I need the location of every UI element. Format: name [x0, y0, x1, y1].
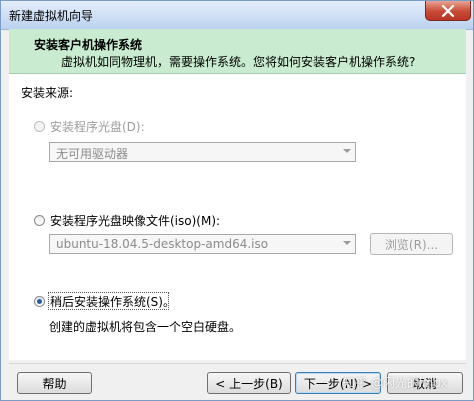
option-install-later-label: 稍后安装操作系统(S)。 [50, 295, 175, 309]
page-title: 安装客户机操作系统 [34, 38, 143, 52]
page-description: 虚拟机如同物理机，需要操作系统。您将如何安装客户机操作系统? [61, 55, 416, 69]
radio-disc[interactable] [34, 121, 45, 132]
option-disc-label: 安装程序光盘(D): [50, 120, 145, 134]
close-button[interactable] [425, 1, 471, 21]
option-iso-label: 安装程序光盘映像文件(iso)(M): [50, 214, 221, 228]
close-icon [441, 4, 455, 17]
wizard-window: 新建虚拟机向导 安装客户机操作系统 虚拟机如同物理机，需要操作系统。您将如何安装… [0, 0, 474, 401]
iso-path-value: ubuntu-18.04.5-desktop-amd64.iso [56, 237, 269, 251]
install-later-hint: 创建的虚拟机将包含一个空白硬盘。 [49, 320, 242, 334]
radio-iso[interactable] [34, 215, 45, 226]
title-bar: 新建虚拟机向导 [1, 1, 473, 30]
next-button[interactable]: 下一步(N) > [295, 372, 381, 394]
footer-divider [9, 363, 466, 364]
iso-path-combobox[interactable]: ubuntu-18.04.5-desktop-amd64.iso [49, 234, 356, 254]
radio-install-later[interactable] [34, 296, 45, 307]
window-title: 新建虚拟机向导 [9, 9, 94, 23]
cancel-button[interactable]: 取消 [387, 372, 463, 394]
back-button[interactable]: < 上一步(B) [207, 372, 291, 394]
disc-drive-select[interactable]: 无可用驱动器 [49, 142, 356, 162]
chevron-down-icon [343, 241, 351, 245]
help-button[interactable]: 帮助 [17, 372, 92, 394]
chevron-down-icon [343, 149, 351, 153]
browse-button[interactable]: 浏览(R)... [370, 233, 453, 255]
disc-drive-value: 无可用驱动器 [56, 147, 129, 161]
wizard-header: 安装客户机操作系统 虚拟机如同物理机，需要操作系统。您将如何安装客户机操作系统? [9, 29, 466, 74]
install-source-panel: 安装来源: 安装程序光盘(D): 无可用驱动器 安装程序光盘映像文件(iso)(… [9, 74, 466, 360]
install-source-label: 安装来源: [21, 86, 74, 100]
